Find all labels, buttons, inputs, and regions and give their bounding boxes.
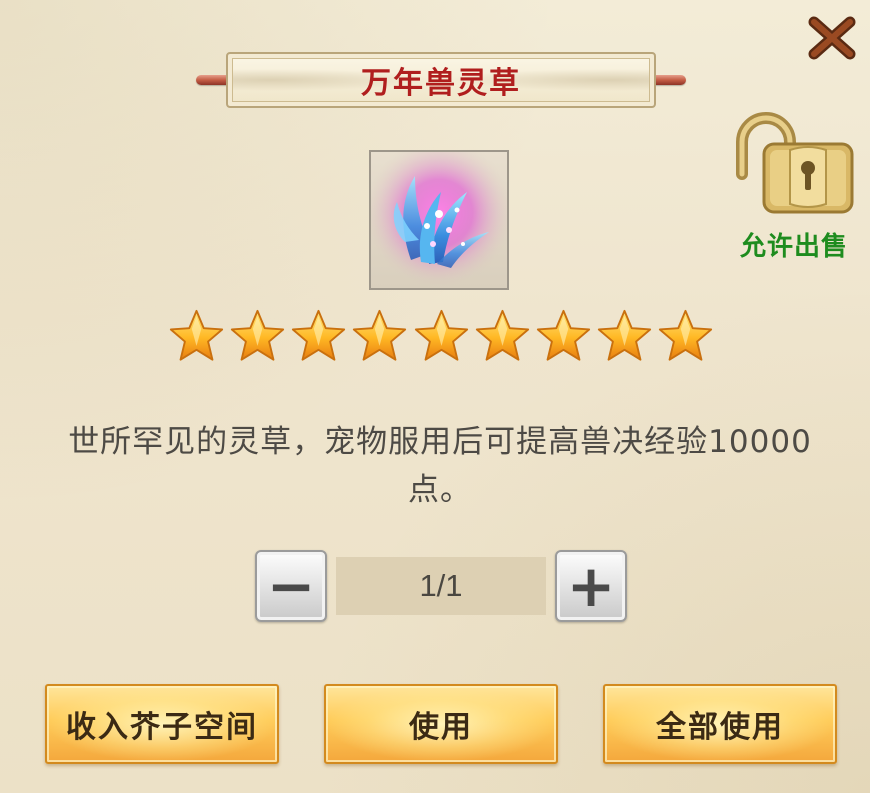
- star-icon: [169, 309, 224, 361]
- allow-sale-label: 允许出售: [739, 232, 848, 262]
- item-description: 世所罕见的灵草，宠物服用后可提高兽决经验10000 点。: [30, 418, 850, 514]
- star-icon: [292, 309, 346, 361]
- star-icon: [597, 309, 651, 361]
- star-icon: [231, 309, 285, 361]
- spirit-herb-icon: [371, 152, 507, 288]
- title-banner: 万年兽灵草: [196, 48, 686, 112]
- allow-sale-toggle[interactable]: 允许出售: [728, 104, 860, 264]
- star-icon: [353, 309, 407, 361]
- star-icon: [414, 309, 468, 361]
- star-icon: [475, 309, 529, 361]
- increase-quantity-button[interactable]: +: [555, 550, 627, 622]
- star-rating: [168, 308, 714, 368]
- item-detail-dialog: 万年兽灵草 允许出售 世所罕见的灵草，宠物服用后可提高兽决经验10000 点。 …: [0, 0, 870, 793]
- use-all-button[interactable]: 全部使用: [603, 684, 837, 764]
- close-button[interactable]: [806, 12, 858, 64]
- item-title: 万年兽灵草: [361, 66, 521, 101]
- use-button[interactable]: 使用: [324, 684, 558, 764]
- quantity-display: 1/1: [336, 557, 546, 615]
- decrease-quantity-button[interactable]: −: [255, 550, 327, 622]
- item-icon-frame: [369, 150, 509, 290]
- close-icon: [808, 16, 856, 60]
- title-scroll: 万年兽灵草: [226, 52, 656, 108]
- minus-icon: −: [266, 552, 316, 620]
- star-icon: [658, 309, 713, 361]
- plus-icon: +: [566, 552, 616, 620]
- store-in-space-button[interactable]: 收入芥子空间: [45, 684, 279, 764]
- unlocked-padlock-icon: [736, 112, 854, 214]
- description-line-1: 世所罕见的灵草，宠物服用后可提高兽决经验10000: [68, 424, 812, 460]
- description-line-2: 点。: [408, 472, 472, 508]
- star-icon: [536, 309, 590, 361]
